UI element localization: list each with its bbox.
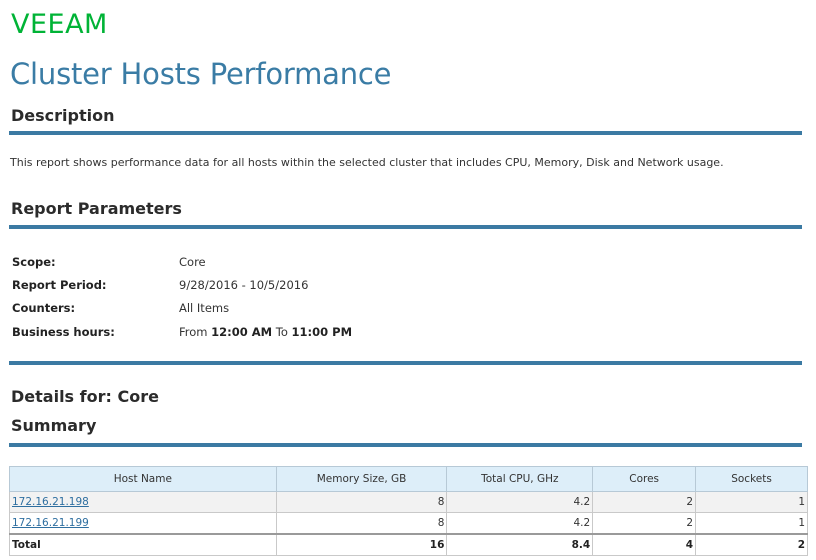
total-cpu: 8.4 <box>446 533 594 556</box>
column-header-cores: Cores <box>592 466 697 492</box>
cores-cell: 2 <box>592 491 697 513</box>
description-text: This report shows performance data for a… <box>10 156 724 169</box>
param-value: All Items <box>179 301 230 316</box>
report-title: Cluster Hosts Performance <box>10 57 392 91</box>
hours-from: From <box>179 324 208 339</box>
memory-cell: 8 <box>275 512 448 535</box>
param-period: Report Period: 9/28/2016 - 10/5/2016 <box>12 273 352 296</box>
table-row: 172.16.21.199 8 4.2 2 1 <box>9 512 808 535</box>
report-parameters-heading: Report Parameters <box>11 199 182 218</box>
host-link[interactable]: 172.16.21.199 <box>12 517 89 529</box>
param-label: Business hours: <box>12 324 115 339</box>
column-header-host-name: Host Name <box>9 466 277 492</box>
column-header-total-cpu: Total CPU, GHz <box>446 466 594 492</box>
description-heading: Description <box>11 106 115 125</box>
param-counters: Counters: All Items <box>12 297 352 320</box>
param-value: From 12:00 AM To 11:00 PM <box>179 325 352 339</box>
summary-heading: Summary <box>11 416 97 435</box>
param-value: 9/28/2016 - 10/5/2016 <box>179 277 309 292</box>
param-business-hours: Business hours: From 12:00 AM To 11:00 P… <box>12 320 352 343</box>
cpu-cell: 4.2 <box>446 512 594 535</box>
details-heading: Details for: Core <box>11 387 159 406</box>
total-sockets: 2 <box>695 533 808 556</box>
table-total-row: Total 16 8.4 4 2 <box>9 533 808 556</box>
total-memory: 16 <box>275 533 448 556</box>
table-header-row: Host Name Memory Size, GB Total CPU, GHz… <box>9 466 808 492</box>
veeam-logo: VEEAM <box>11 9 127 40</box>
divider <box>9 131 802 135</box>
hours-to: To <box>275 324 288 339</box>
param-scope: Scope: Core <box>12 250 352 273</box>
report-parameters: Scope: Core Report Period: 9/28/2016 - 1… <box>12 250 352 343</box>
host-name-cell: 172.16.21.199 <box>9 512 277 535</box>
host-name-cell: 172.16.21.198 <box>9 491 277 513</box>
hours-end: 11:00 PM <box>291 324 353 339</box>
sockets-cell: 1 <box>695 512 808 535</box>
column-header-memory-size: Memory Size, GB <box>275 466 448 492</box>
param-label: Counters: <box>12 301 76 316</box>
divider <box>9 443 802 447</box>
cores-cell: 2 <box>592 512 697 535</box>
svg-text:VEEAM: VEEAM <box>11 10 108 36</box>
total-label: Total <box>9 533 277 556</box>
divider <box>9 225 802 229</box>
sockets-cell: 1 <box>695 491 808 513</box>
param-label: Scope: <box>12 254 56 269</box>
divider <box>9 361 802 365</box>
cpu-cell: 4.2 <box>446 491 594 513</box>
hours-start: 12:00 AM <box>211 324 273 339</box>
veeam-logo-icon: VEEAM <box>11 9 108 40</box>
summary-table: Host Name Memory Size, GB Total CPU, GHz… <box>9 466 808 556</box>
param-label: Report Period: <box>12 277 107 292</box>
param-value: Core <box>179 254 206 269</box>
table-row: 172.16.21.198 8 4.2 2 1 <box>9 491 808 513</box>
host-link[interactable]: 172.16.21.198 <box>12 496 89 508</box>
total-cores: 4 <box>592 533 697 556</box>
memory-cell: 8 <box>275 491 448 513</box>
column-header-sockets: Sockets <box>695 466 808 492</box>
